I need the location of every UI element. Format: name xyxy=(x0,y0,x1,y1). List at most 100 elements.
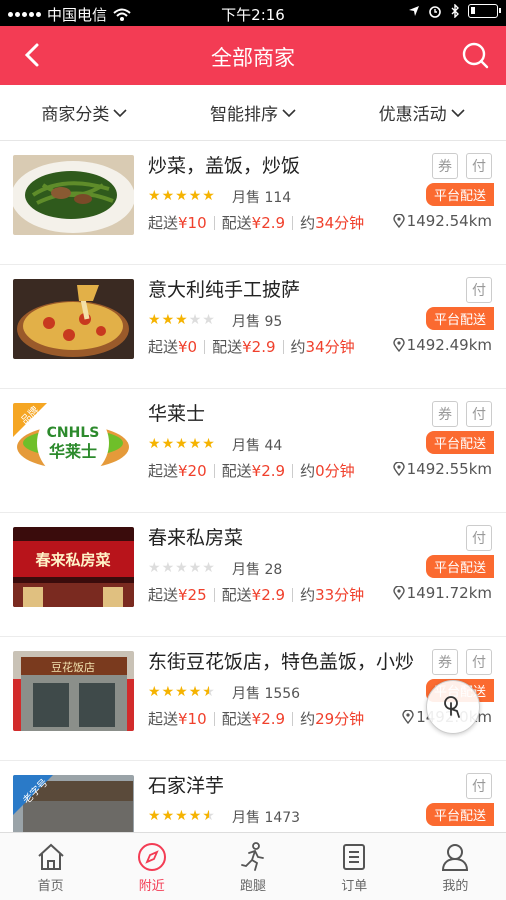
store-photo-shisha-yangyu: 老字号 xyxy=(13,775,134,832)
store-item[interactable]: 意大利纯手工披萨 ★ ★ ★ ★ ★ 月售 95 起送 ¥0 配送 ¥2.9 约 34分钟 1… xyxy=(0,265,506,389)
store-item[interactable]: CNHLS 华莱士 品牌 华莱士 ★ ★ ★ ★ ★ 月售 44 起送 ¥20 配送 ¥2.9 … xyxy=(0,389,506,513)
star-icon: ★ xyxy=(188,188,202,204)
tab-profile[interactable]: 我的 xyxy=(405,833,506,900)
alarm-icon xyxy=(429,6,441,18)
rating-stars: ★ ★ ★ ★ ★ xyxy=(148,809,215,823)
filter-bar: 商家分类 智能排序 优惠活动 xyxy=(0,85,506,141)
chevron-down-icon xyxy=(282,108,296,117)
rating-stars: ★ ★ ★ ★ ★ xyxy=(148,685,215,699)
star-icon: ★ xyxy=(188,808,202,824)
filter-category[interactable]: 商家分类 xyxy=(0,85,169,140)
star-icon: ★ xyxy=(175,560,188,576)
star-icon: ★ xyxy=(202,808,215,824)
platform-delivery-badge: 平台配送 xyxy=(425,555,494,578)
tab-errand[interactable]: 跑腿 xyxy=(202,833,303,900)
home-icon xyxy=(37,843,64,870)
location-pin-icon xyxy=(392,586,405,600)
star-icon: ★ xyxy=(188,684,202,700)
coupon-tag: 券 xyxy=(432,401,458,427)
store-name: 意大利纯手工披萨 xyxy=(148,279,301,301)
rating-stars: ★ ★ ★ ★ ★ xyxy=(148,561,215,575)
delivery-info: 起送 ¥10 配送 ¥2.9 约 34分钟 xyxy=(148,213,365,233)
star-icon: ★ xyxy=(175,684,188,700)
bottom-tab-bar: 首页 附近 跑腿 订单 我的 xyxy=(0,832,506,900)
svg-text:春来私房菜: 春来私房菜 xyxy=(35,551,110,569)
location-pin-icon xyxy=(402,710,414,724)
delivery-info: 起送 ¥10 配送 ¥2.9 约 29分钟 xyxy=(148,709,365,729)
delivery-info: 起送 ¥0 配送 ¥2.9 约 34分钟 xyxy=(148,337,355,357)
star-icon: ★ xyxy=(148,188,161,204)
filter-sort[interactable]: 智能排序 xyxy=(169,85,338,140)
pay-tag: 付 xyxy=(466,773,492,799)
pay-tag: 付 xyxy=(466,277,492,303)
star-icon: ★ xyxy=(148,312,161,328)
store-name: 石家洋芋 xyxy=(148,775,225,797)
pay-tag: 付 xyxy=(466,401,492,427)
pay-tag: 付 xyxy=(466,525,492,551)
star-icon: ★ xyxy=(175,436,188,452)
star-icon: ★ xyxy=(175,312,188,328)
platform-delivery-badge: 平台配送 xyxy=(425,307,494,330)
star-icon: ★ xyxy=(161,188,175,204)
store-photo-pizza xyxy=(13,279,134,359)
star-icon: ★ xyxy=(161,560,175,576)
location-arrow-icon xyxy=(409,6,419,16)
monthly-sales: 月售 44 xyxy=(232,438,283,454)
store-logo-wallace: CNHLS 华莱士 品牌 xyxy=(13,403,134,483)
touch-icon xyxy=(444,696,460,718)
rating-stars: ★ ★ ★ ★ ★ xyxy=(148,437,215,451)
status-bar: 中国电信 下午2:16 xyxy=(0,0,506,26)
svg-text:CNHLS: CNHLS xyxy=(47,425,100,441)
platform-delivery-badge: 平台配送 xyxy=(425,431,494,454)
bluetooth-icon xyxy=(451,4,459,18)
store-photo-storefront: 豆花饭店 xyxy=(13,651,134,731)
store-name: 东街豆花饭店，特色盖饭，小炒 xyxy=(148,651,415,673)
store-photo-sign: 春来私房菜 xyxy=(13,527,134,607)
tab-orders[interactable]: 订单 xyxy=(304,833,405,900)
star-icon: ★ xyxy=(148,436,161,452)
order-icon xyxy=(343,844,366,870)
pay-tag: 付 xyxy=(466,153,492,179)
store-name: 炒菜，盖饭，炒饭 xyxy=(148,155,301,177)
coupon-tag: 券 xyxy=(432,153,458,179)
filter-promotions[interactable]: 优惠活动 xyxy=(337,85,506,140)
tab-nearby[interactable]: 附近 xyxy=(101,833,202,900)
rating-stars: ★ ★ ★ ★ ★ xyxy=(148,189,215,203)
battery-icon xyxy=(468,4,501,18)
delivery-info: 起送 ¥25 配送 ¥2.9 约 33分钟 xyxy=(148,585,365,605)
star-icon: ★ xyxy=(202,436,215,452)
rating-stars: ★ ★ ★ ★ ★ xyxy=(148,313,215,327)
star-icon: ★ xyxy=(175,188,188,204)
star-icon: ★ xyxy=(175,808,188,824)
store-item[interactable]: 炒菜，盖饭，炒饭 ★ ★ ★ ★ ★ 月售 114 起送 ¥10 配送 ¥2.9 约 34分钟… xyxy=(0,141,506,265)
tab-home[interactable]: 首页 xyxy=(0,833,101,900)
store-list: 炒菜，盖饭，炒饭 ★ ★ ★ ★ ★ 月售 114 起送 ¥10 配送 ¥2.9 约 34分钟… xyxy=(0,141,506,832)
chevron-down-icon xyxy=(113,108,127,117)
svg-text:华莱士: 华莱士 xyxy=(49,442,97,461)
monthly-sales: 月售 28 xyxy=(232,562,283,578)
distance: 1492.49km xyxy=(392,336,492,354)
star-icon: ★ xyxy=(161,684,175,700)
star-icon: ★ xyxy=(202,188,215,204)
platform-delivery-badge: 平台配送 xyxy=(425,183,494,206)
search-icon[interactable] xyxy=(460,40,490,70)
star-icon: ★ xyxy=(161,808,175,824)
location-pin-icon xyxy=(392,462,405,476)
runner-icon xyxy=(241,842,264,871)
store-photo-stir-fry xyxy=(13,155,134,235)
distance: 1491.72km xyxy=(392,584,492,602)
distance: 1492.55km xyxy=(392,460,492,478)
floating-assist-button[interactable] xyxy=(426,680,480,734)
store-item[interactable]: 老字号 石家洋芋 ★ ★ ★ ★ ★ 月售 1473 付 平台配送 xyxy=(0,761,506,832)
star-icon: ★ xyxy=(161,312,175,328)
store-name: 春来私房菜 xyxy=(148,527,244,549)
platform-delivery-badge: 平台配送 xyxy=(425,803,494,826)
store-name: 华莱士 xyxy=(148,403,206,425)
delivery-info: 起送 ¥20 配送 ¥2.9 约 0分钟 xyxy=(148,461,355,481)
star-icon: ★ xyxy=(188,436,202,452)
compass-icon xyxy=(137,843,166,871)
star-icon: ★ xyxy=(161,436,175,452)
star-icon: ★ xyxy=(202,560,215,576)
user-icon xyxy=(442,844,469,871)
store-item[interactable]: 春来私房菜 春来私房菜 ★ ★ ★ ★ ★ 月售 28 起送 ¥25 配送 ¥2.9 约 33… xyxy=(0,513,506,637)
